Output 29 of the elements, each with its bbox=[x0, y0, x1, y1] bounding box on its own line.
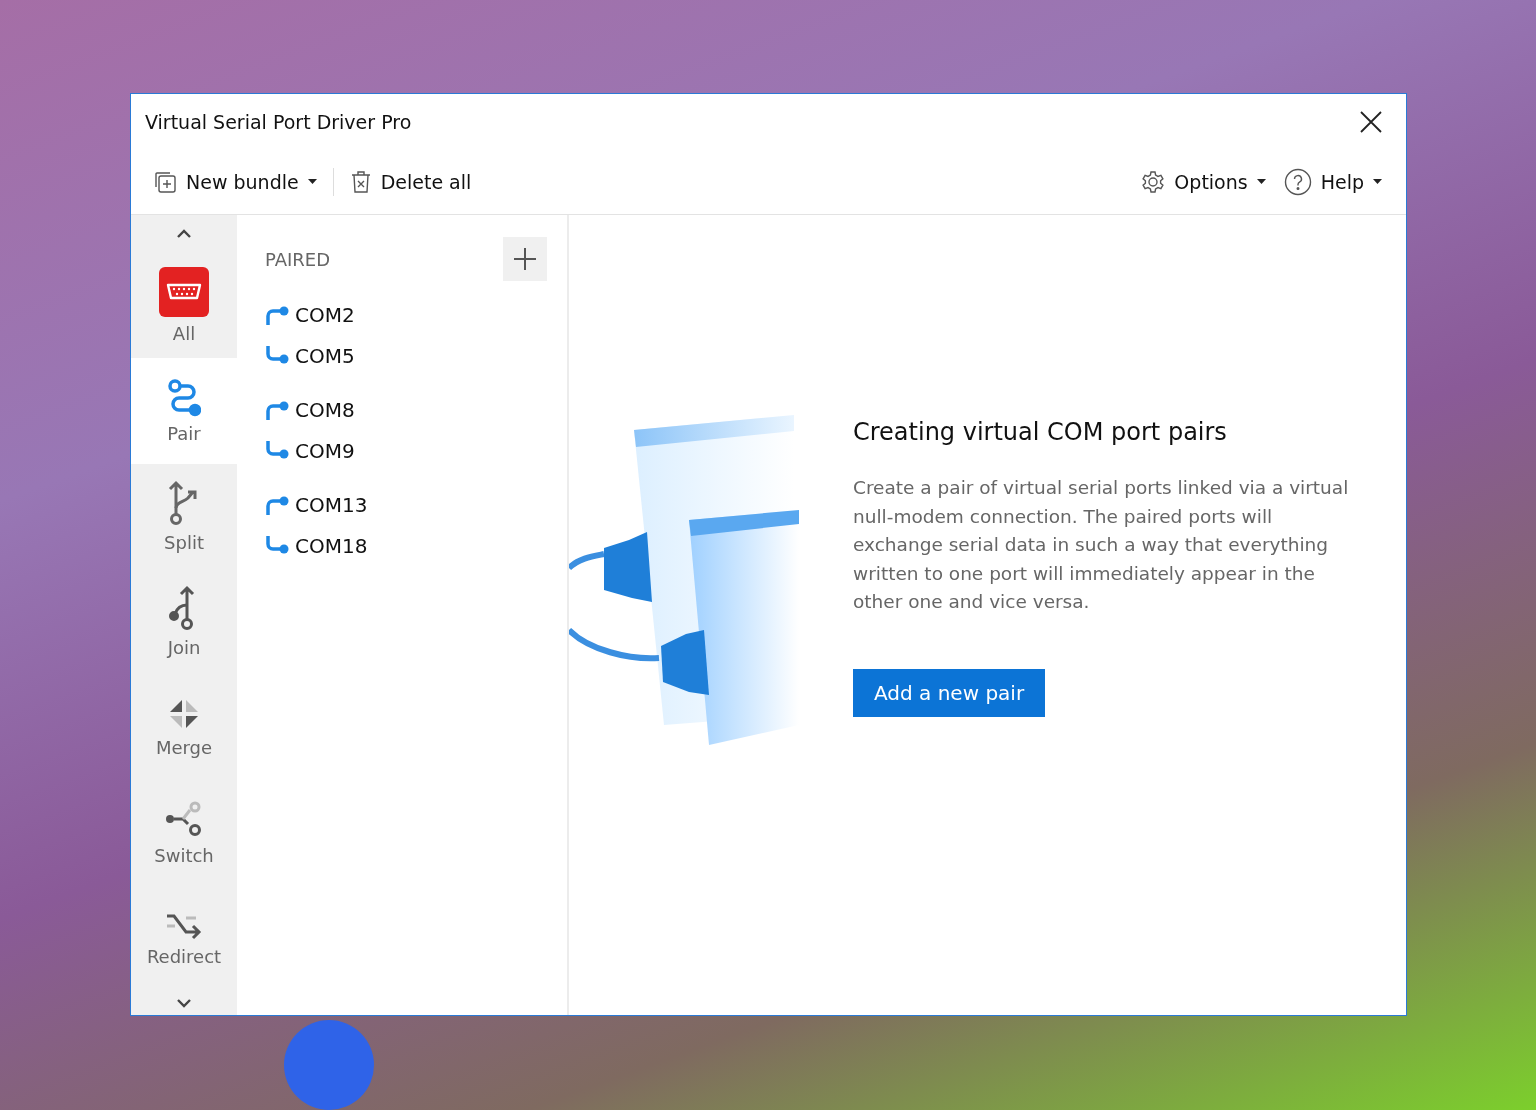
add-pair-button[interactable]: Add a new pair bbox=[853, 668, 1046, 717]
help-button[interactable]: Help bbox=[1281, 163, 1384, 200]
port-item[interactable]: COM18 bbox=[265, 534, 547, 558]
content-description: Create a pair of virtual serial ports linked via a virtual null-modem connection. The paired ports will exchange serial data in such a way that everything written to one port will immediately appear in the other one and vice versa. bbox=[853, 476, 1350, 614]
port-item[interactable]: COM13 bbox=[265, 493, 547, 517]
help-icon bbox=[1283, 167, 1312, 196]
delete-button[interactable]: Delete all bbox=[347, 165, 474, 198]
chevron-down-icon bbox=[177, 998, 191, 1008]
options-button[interactable]: Options bbox=[1139, 165, 1268, 198]
add-button[interactable] bbox=[503, 237, 547, 281]
serial-port-icon bbox=[159, 267, 209, 318]
pair-icon bbox=[167, 378, 201, 417]
add-window-icon bbox=[153, 169, 177, 194]
trash-icon bbox=[349, 169, 372, 194]
content-title: Creating virtual COM port pairs bbox=[853, 418, 1228, 446]
port-item[interactable]: COM9 bbox=[265, 439, 547, 463]
window-title: Virtual Serial Port Driver Pro bbox=[145, 110, 412, 133]
plus-icon bbox=[513, 247, 537, 271]
port-item[interactable]: COM2 bbox=[265, 303, 547, 327]
section-heading: PAIRED bbox=[265, 248, 331, 270]
port-item[interactable]: COM5 bbox=[265, 344, 547, 368]
new-button[interactable]: New bundle bbox=[151, 165, 319, 198]
settings-icon bbox=[1141, 169, 1166, 194]
port-item[interactable]: COM8 bbox=[265, 398, 547, 422]
chevron-up-icon bbox=[177, 229, 191, 239]
connector-top-icon bbox=[265, 494, 289, 516]
connector-top-icon bbox=[265, 399, 289, 421]
connector-top-icon bbox=[265, 304, 289, 326]
sidebar-item[interactable]: Pair bbox=[131, 358, 237, 464]
